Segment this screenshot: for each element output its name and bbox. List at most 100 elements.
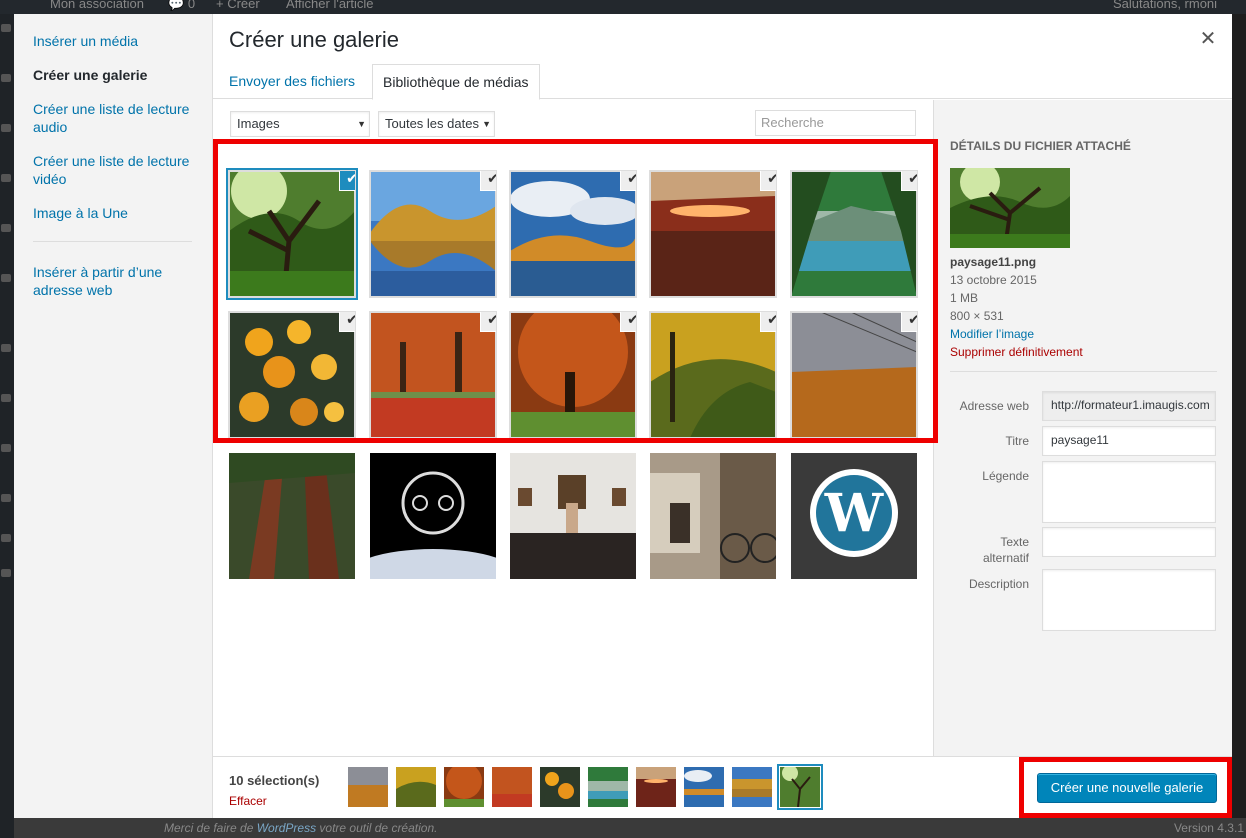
sequoias-image [229,453,355,579]
media-menu: Insérer un média Créer une galerie Créer… [14,14,213,818]
selection-thumbnail[interactable] [636,767,676,807]
details-dimensions: 800 × 531 [950,309,1004,323]
create-new-gallery-button[interactable]: Créer une nouvelle galerie [1037,773,1217,803]
check-icon[interactable]: ✔ [902,171,917,190]
wp-version: Version 4.3.1 [1173,821,1244,835]
red-park-image [370,312,496,438]
menu-item-audio-playlist[interactable]: Créer une liste de lecture audio [33,100,198,136]
details-thumbnail [950,168,1070,248]
attachment-thumbnail[interactable] [650,453,776,579]
attachment-thumbnail[interactable]: ✔ [509,170,637,298]
check-icon[interactable]: ✔ [761,312,776,331]
sidebar-icon[interactable] [1,224,11,232]
sidebar-icon[interactable] [1,274,11,282]
selection-thumbnail[interactable] [348,767,388,807]
menu-item-video-playlist[interactable]: Créer une liste de lecture vidéo [33,152,198,188]
clear-selection-link[interactable]: Effacer [229,794,267,808]
admin-bar-new-label: Créer [227,0,260,11]
attachment-thumbnail[interactable]: ✔ [649,170,777,298]
sidebar-icon[interactable] [1,24,11,32]
url-field[interactable]: http://formateur1.imaugis.com [1042,391,1216,421]
attachment-thumbnail[interactable] [510,453,636,579]
sidebar-icon[interactable] [1,444,11,452]
admin-bar-comments-count: 0 [187,0,196,11]
menu-separator [33,241,192,242]
delete-permanently-link[interactable]: Supprimer définitivement [950,345,1083,359]
menu-item-featured-image[interactable]: Image à la Une [33,204,198,222]
museum-image [510,453,636,579]
golden-forest-image [396,767,436,807]
wordpress-link[interactable]: WordPress [257,821,316,835]
description-field[interactable] [1042,569,1216,631]
description-label: Description [968,577,1029,591]
mountain-lake-image [588,767,628,807]
check-icon[interactable]: ✔ [621,171,636,190]
check-icon[interactable]: ✔ [621,312,636,331]
check-icon[interactable]: ✔ [902,312,917,331]
attachment-thumbnail[interactable] [229,453,355,579]
details-date: 13 octobre 2015 [950,273,1037,287]
selection-thumbnail[interactable] [588,767,628,807]
alt-text-label: Texte alternatif [934,534,1029,566]
red-park-image [492,767,532,807]
title-field[interactable]: paysage11 [1042,426,1216,456]
yellow-leaves-image [229,312,355,438]
details-divider [950,371,1217,372]
attachment-thumbnail[interactable]: ✔ [509,311,637,439]
sidebar-icon[interactable] [1,174,11,182]
attachment-thumbnail[interactable]: ✔ [228,170,356,298]
selection-thumbnail[interactable] [396,767,436,807]
attachment-thumbnail[interactable]: ✔ [790,311,918,439]
attachment-thumbnail[interactable] [370,453,496,579]
menu-item-insert-from-url[interactable]: Insérer à partir d’une adresse web [33,263,198,299]
sidebar-icon[interactable] [1,534,11,542]
tab-media-library[interactable]: Bibliothèque de médias [372,64,540,100]
tree-forest-image [229,171,355,297]
caption-label: Légende [982,469,1029,483]
sidebar-icon[interactable] [1,569,11,577]
autumn-lake-image [732,767,772,807]
footer-thanks: Merci de faire de WordPress votre outil … [164,821,437,835]
check-icon[interactable]: ✔ [481,312,496,331]
attachment-thumbnail[interactable]: W [791,453,917,579]
checked-icon[interactable]: ✔ [340,171,355,190]
check-icon[interactable]: ✔ [481,171,496,190]
alt-text-label-line2: alternatif [982,551,1029,565]
attachment-thumbnail[interactable]: ✔ [228,311,356,439]
media-router: Envoyer des fichiers Bibliothèque de méd… [213,63,1232,100]
details-heading: Détails du fichier attaché [950,139,1131,153]
selection-thumbnail[interactable] [684,767,724,807]
caption-field[interactable] [1042,461,1216,523]
sidebar-icon[interactable] [1,394,11,402]
tree-forest-image [780,767,820,807]
selection-thumbnail[interactable] [540,767,580,807]
space-face-image [370,453,496,579]
admin-bar-site-name[interactable]: Mon association [50,0,144,11]
attachment-thumbnail[interactable]: ✔ [790,170,918,298]
selection-thumbnail[interactable] [732,767,772,807]
close-icon[interactable]: ✕ [1197,28,1219,50]
admin-bar-comments-icon[interactable]: 💬 0 [168,0,195,12]
selection-thumbnail[interactable] [444,767,484,807]
media-modal: Insérer un média Créer une galerie Créer… [14,14,1232,818]
admin-bar-view[interactable]: Afficher l'article [286,0,374,11]
menu-item-create-gallery[interactable]: Créer une galerie [33,66,198,84]
selection-thumbnail[interactable] [492,767,532,807]
edit-image-link[interactable]: Modifier l’image [950,327,1034,341]
sidebar-icon[interactable] [1,494,11,502]
sidebar-icon[interactable] [1,74,11,82]
attachment-thumbnail[interactable]: ✔ [369,170,497,298]
attachment-thumbnail[interactable]: ✔ [649,311,777,439]
sidebar-icon[interactable] [1,124,11,132]
admin-bar-new[interactable]: + Créer [216,0,260,11]
sidebar-icon[interactable] [1,344,11,352]
selection-thumbnail[interactable] [780,767,820,807]
check-icon[interactable]: ✔ [761,171,776,190]
attachment-thumbnail[interactable]: ✔ [369,311,497,439]
thanks-suffix: votre outil de création. [316,821,438,835]
alt-text-field[interactable] [1042,527,1216,557]
admin-bar-greeting[interactable]: Salutations, rmoni [1113,0,1217,11]
tab-upload-files[interactable]: Envoyer des fichiers [219,64,365,100]
check-icon[interactable]: ✔ [340,312,355,331]
menu-item-insert-media[interactable]: Insérer un média [33,32,198,50]
